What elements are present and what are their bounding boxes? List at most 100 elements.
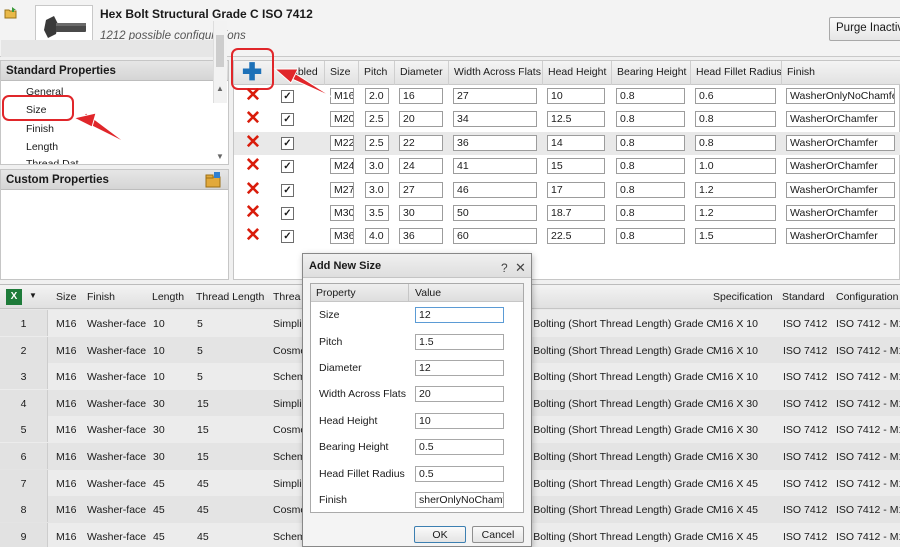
size-cell-pitch[interactable]: 3.0 [365,181,389,198]
size-row[interactable]: ✕ ✓ M30 3.5 30 50 18.7 0.8 1.2 WasherOrChamfer [234,202,900,225]
size-cell-finish[interactable]: WasherOrChamfer [786,181,895,198]
size-cell-width[interactable]: 27 [453,88,537,104]
delete-row-icon[interactable]: ✕ [245,203,261,222]
size-cell-width[interactable]: 41 [453,158,537,175]
size-cell-pitch[interactable]: 2.5 [365,134,389,151]
scroll-down-icon[interactable]: ▼ [216,152,224,161]
help-icon[interactable]: ? [501,261,508,275]
size-cell-pitch[interactable]: 3.5 [365,205,389,221]
size-cell-finish[interactable]: WasherOnlyNoChamfer [786,88,895,104]
enabled-checkbox[interactable]: ✓ [281,113,294,127]
size-cell-diameter[interactable]: 30 [399,205,443,221]
size-cell-width[interactable]: 60 [453,228,537,245]
delete-row-icon[interactable]: ✕ [245,180,261,199]
size-cell-fillet[interactable]: 1.0 [695,158,776,175]
size-cell-fillet[interactable]: 0.8 [695,111,776,128]
purge-inactive-button[interactable]: Purge Inactive [829,17,900,41]
scrollbar-thumb[interactable] [216,35,224,67]
delete-row-icon[interactable]: ✕ [245,86,261,105]
size-cell-finish[interactable]: WasherOrChamfer [786,205,895,221]
size-row[interactable]: ✕ ✓ M16 2.0 16 27 10 0.8 0.6 WasherOnlyNoChamfer [234,85,900,108]
nav-item-length[interactable]: Length [26,141,58,153]
close-icon[interactable]: ✕ [515,260,526,276]
size-cell-head-height[interactable]: 17 [547,181,605,198]
size-cell-pitch[interactable]: 2.5 [365,111,389,128]
size-cell-bearing[interactable]: 0.8 [616,158,685,175]
size-cell-finish[interactable]: WasherOrChamfer [786,158,895,175]
size-cell-head-height[interactable]: 18.7 [547,205,605,221]
size-row[interactable]: ✕ ✓ M22 2.5 22 36 14 0.8 0.8 WasherOrChamfer [234,131,900,155]
size-cell-size[interactable]: M22 [330,134,354,151]
size-cell-size[interactable]: M24 [330,158,354,175]
size-cell-size[interactable]: M16 [330,88,354,104]
size-cell-head-height[interactable]: 15 [547,158,605,175]
size-cell-diameter[interactable]: 20 [399,111,443,128]
cancel-button[interactable]: Cancel [472,526,524,543]
ok-button[interactable]: OK [414,526,466,543]
size-cell-fillet[interactable]: 1.5 [695,228,776,245]
size-cell-fillet[interactable]: 1.2 [695,205,776,221]
enabled-checkbox[interactable]: ✓ [281,136,294,150]
size-cell-head-height[interactable]: 22.5 [547,228,605,245]
size-cell-head-height[interactable]: 14 [547,134,605,151]
size-cell-pitch[interactable]: 3.0 [365,158,389,175]
dialog-field-input[interactable]: 0.5 [415,466,504,482]
dialog-field-input[interactable]: 0.5 [415,439,504,455]
size-cell-diameter[interactable]: 24 [399,158,443,175]
enabled-checkbox[interactable]: ✓ [281,207,294,220]
size-cell-size[interactable]: M36 [330,228,354,245]
size-cell-pitch[interactable]: 2.0 [365,88,389,104]
nav-item-thread-data[interactable]: Thread Dat [26,158,79,164]
dialog-field-input[interactable]: 12 [415,307,504,323]
delete-row-icon[interactable]: ✕ [245,133,261,152]
add-custom-property-icon[interactable] [204,172,222,188]
dialog-field-input[interactable]: 10 [415,413,504,429]
dialog-field-input[interactable]: 20 [415,386,504,402]
size-cell-bearing[interactable]: 0.8 [616,88,685,104]
size-cell-width[interactable]: 46 [453,181,537,198]
delete-row-icon[interactable]: ✕ [245,109,261,128]
scroll-up-icon[interactable]: ▲ [216,84,224,93]
size-cell-width[interactable]: 34 [453,111,537,128]
size-cell-width[interactable]: 50 [453,205,537,221]
size-cell-finish[interactable]: WasherOrChamfer [786,228,895,245]
dialog-field-input[interactable]: sherOnlyNoChamfer [415,492,504,508]
enabled-checkbox[interactable]: ✓ [281,160,294,174]
size-cell-diameter[interactable]: 36 [399,228,443,245]
size-cell-size[interactable]: M30 [330,205,354,221]
size-row[interactable]: ✕ ✓ M27 3.0 27 46 17 0.8 1.2 WasherOrChamfer [234,179,900,202]
size-cell-head-height[interactable]: 12.5 [547,111,605,128]
export-dropdown-icon[interactable]: ▼ [29,291,37,300]
size-row[interactable]: ✕ ✓ M20 2.5 20 34 12.5 0.8 0.8 WasherOrChamfer [234,108,900,131]
size-cell-bearing[interactable]: 0.8 [616,134,685,151]
size-cell-finish[interactable]: WasherOrChamfer [786,134,895,151]
excel-export-icon[interactable]: X [6,289,22,305]
size-cell-head-height[interactable]: 10 [547,88,605,104]
size-cell-diameter[interactable]: 22 [399,134,443,151]
size-row[interactable]: ✕ ✓ M24 3.0 24 41 15 0.8 1.0 WasherOrChamfer [234,155,900,178]
size-cell-bearing[interactable]: 0.8 [616,228,685,245]
enabled-checkbox[interactable]: ✓ [281,230,294,244]
enabled-checkbox[interactable]: ✓ [281,183,294,197]
size-cell-diameter[interactable]: 16 [399,88,443,104]
size-cell-size[interactable]: M20 [330,111,354,128]
size-cell-bearing[interactable]: 0.8 [616,181,685,198]
size-cell-fillet[interactable]: 0.6 [695,88,776,104]
enabled-checkbox[interactable]: ✓ [281,90,294,103]
size-cell-pitch[interactable]: 4.0 [365,228,389,245]
size-row[interactable]: ✕ ✓ M36 4.0 36 60 22.5 0.8 1.5 WasherOrChamfer [234,225,900,248]
dialog-field-input[interactable]: 12 [415,360,504,376]
size-cell-bearing[interactable]: 0.8 [616,205,685,221]
size-cell-bearing[interactable]: 0.8 [616,111,685,128]
size-cell-size[interactable]: M27 [330,181,354,198]
size-cell-fillet[interactable]: 0.8 [695,134,776,151]
size-cell-fillet[interactable]: 1.2 [695,181,776,198]
size-cell-diameter[interactable]: 27 [399,181,443,198]
delete-row-icon[interactable]: ✕ [245,156,261,175]
size-cell-finish[interactable]: WasherOrChamfer [786,111,895,128]
dialog-field-input[interactable]: 1.5 [415,334,504,350]
open-folder-icon[interactable] [4,6,18,20]
nav-item-finish[interactable]: Finish [26,123,54,135]
delete-row-icon[interactable]: ✕ [245,226,261,245]
size-cell-width[interactable]: 36 [453,134,537,151]
